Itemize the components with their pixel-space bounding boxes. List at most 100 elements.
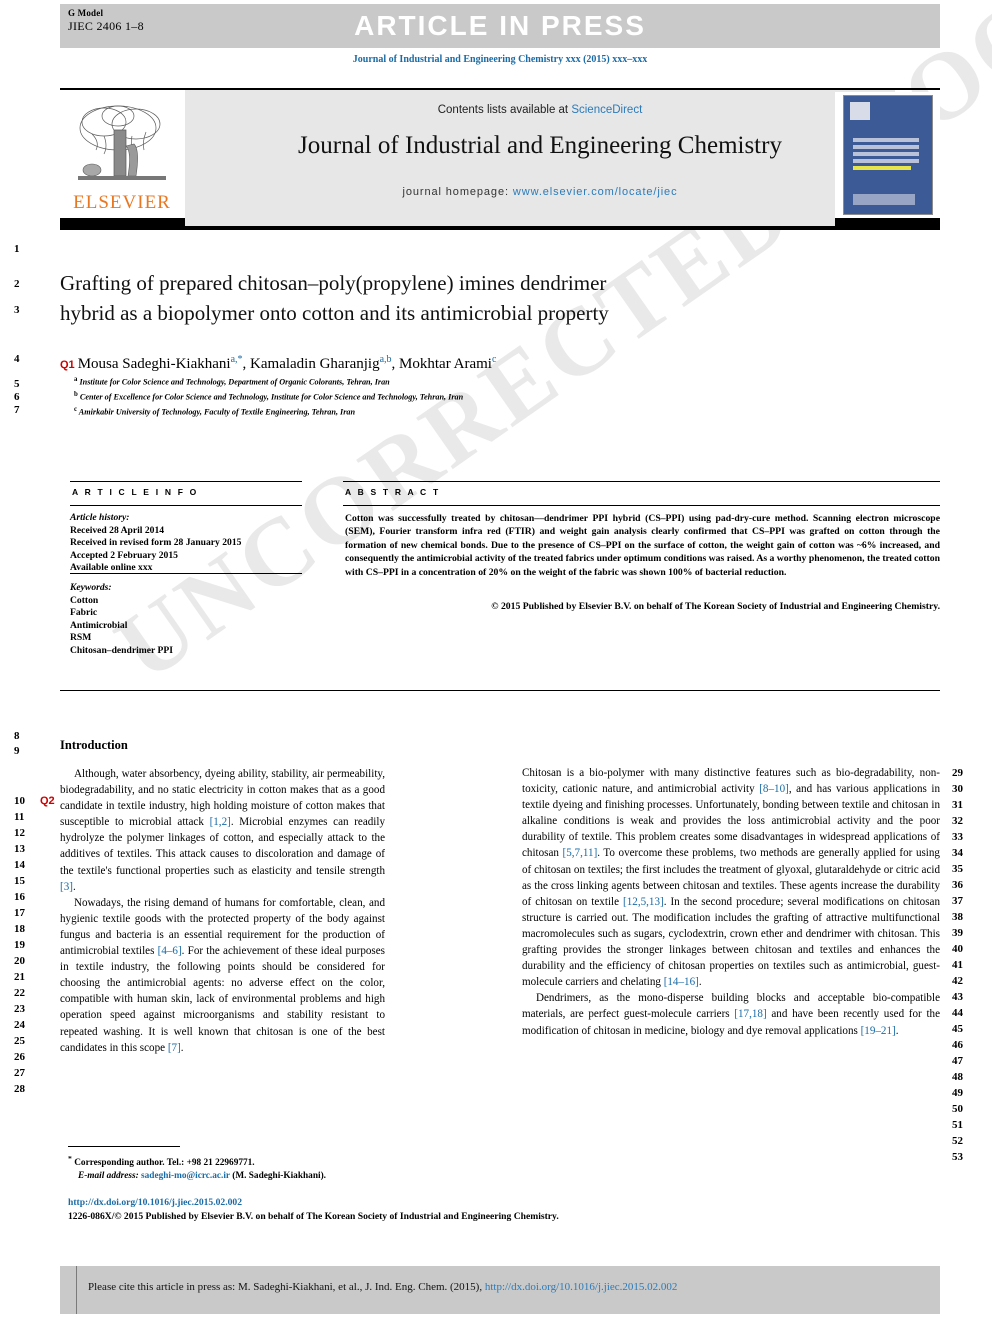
keyword-item: Cotton <box>70 594 99 606</box>
author-name-2: Kamaladin Gharanjig <box>250 356 380 372</box>
body-right-column: Chitosan is a bio-polymer with many dist… <box>522 765 940 1039</box>
line-number-right: 50 <box>952 1103 963 1115</box>
page-title: Grafting of prepared chitosan–poly(propy… <box>60 268 830 328</box>
line-number-left: 9 <box>14 745 20 757</box>
elsevier-tree-icon <box>78 105 166 180</box>
journal-homepage-line: journal homepage: www.elsevier.com/locat… <box>185 186 895 198</box>
affiliation-text-b: Center of Excellence for Color Science a… <box>79 392 464 402</box>
elsevier-wordmark: ELSEVIER <box>73 192 171 213</box>
keywords-rule <box>70 573 302 574</box>
cite-doi-link[interactable]: http://dx.doi.org/10.1016/j.jiec.2015.02… <box>485 1281 678 1293</box>
line-number-right: 31 <box>952 799 963 811</box>
paragraph-text: Nowadays, the rising demand of humans fo… <box>60 896 385 1054</box>
line-number-left: 22 <box>14 987 25 999</box>
line-number-right: 47 <box>952 1055 963 1067</box>
sciencedirect-link[interactable]: ScienceDirect <box>571 104 642 116</box>
keyword-item: Chitosan–dendrimer PPI <box>70 644 173 656</box>
author-list: Q1 Mousa Sadeghi-Kiakhania,*, Kamaladin G… <box>60 354 497 372</box>
section-heading-introduction: Introduction <box>60 738 128 752</box>
paragraph: Chitosan is a bio-polymer with many dist… <box>522 765 940 990</box>
email-label: E-mail address: <box>78 1171 139 1182</box>
citation-ref[interactable]: [17,18] <box>734 1008 766 1020</box>
paragraph: Dendrimers, as the mono-disperse buildin… <box>522 990 940 1038</box>
author-name-3: Mokhtar Arami <box>399 356 492 372</box>
line-number-right: 32 <box>952 815 963 827</box>
corresponding-author-text: Corresponding author. Tel.: +98 21 22969… <box>74 1158 255 1169</box>
footnote-rule <box>68 1146 180 1147</box>
line-number-left: 21 <box>14 971 25 983</box>
citation-ref[interactable]: [8–10] <box>759 783 789 795</box>
keyword-item: Fabric <box>70 607 98 619</box>
query-marker-q2[interactable]: Q2 <box>40 795 55 807</box>
paragraph: Nowadays, the rising demand of humans fo… <box>60 895 385 1056</box>
abstract-heading: A B S T R A C T <box>345 487 441 497</box>
affiliation-text-a: Institute for Color Science and Technolo… <box>79 377 390 387</box>
line-number-left: 3 <box>14 304 20 316</box>
paragraph-text: Chitosan is a bio-polymer with many dist… <box>522 767 940 989</box>
footnote-block: * Corresponding author. Tel.: +98 21 229… <box>68 1152 468 1184</box>
line-number-left: 6 <box>14 391 20 403</box>
email-link[interactable]: sadeghi-mo@icrc.ac.ir <box>141 1171 230 1181</box>
line-number-left: 20 <box>14 955 25 967</box>
masthead-panel: Contents lists available at ScienceDirec… <box>185 90 895 228</box>
line-number-right: 51 <box>952 1119 963 1131</box>
line-number-right: 41 <box>952 959 963 971</box>
line-number-right: 35 <box>952 863 963 875</box>
issn-copyright-line: 1226-086X/© 2015 Published by Elsevier B… <box>68 1210 559 1222</box>
email-note: E-mail address: sadeghi-mo@icrc.ac.ir (M… <box>68 1170 468 1183</box>
cite-text: Please cite this article in press as: M.… <box>88 1281 930 1293</box>
line-number-left: 12 <box>14 827 25 839</box>
line-number-right: 33 <box>952 831 963 843</box>
line-number-left: 26 <box>14 1051 25 1063</box>
line-number-right: 37 <box>952 895 963 907</box>
contents-prefix: Contents lists available at <box>437 104 572 116</box>
line-number-left: 24 <box>14 1019 25 1031</box>
line-number-right: 34 <box>952 847 963 859</box>
citation-ref[interactable]: [14–16] <box>664 976 699 988</box>
citation-ref[interactable]: [1,2] <box>210 816 231 828</box>
line-number-left: 11 <box>14 811 25 823</box>
line-number-left: 5 <box>14 378 20 390</box>
line-number-left: 16 <box>14 891 25 903</box>
citation-ref[interactable]: [12,5,13] <box>623 896 664 908</box>
affiliation-item: c Amirkabir University of Technology, Fa… <box>74 404 874 419</box>
author-sup-3: c <box>491 354 497 365</box>
line-number-left: 8 <box>14 730 20 742</box>
line-number-right: 53 <box>952 1151 963 1163</box>
keywords-heading: Keywords: <box>70 582 112 593</box>
journal-homepage-link[interactable]: www.elsevier.com/locate/jiec <box>513 186 678 198</box>
line-number-right: 29 <box>952 767 963 779</box>
journal-reference-line: Journal of Industrial and Engineering Ch… <box>352 54 648 65</box>
keyword-item: Antimicrobial <box>70 619 128 631</box>
abstract-text: Cotton was successfully treated by chito… <box>345 513 940 578</box>
abstract-bottom-rule <box>60 690 940 691</box>
article-info-heading: A R T I C L E I N F O <box>72 487 199 497</box>
line-number-right: 48 <box>952 1071 963 1083</box>
journal-cover-thumbnail <box>835 92 940 230</box>
citation-ref[interactable]: [7] <box>168 1042 181 1054</box>
citation-ref[interactable]: [19–21] <box>861 1025 896 1037</box>
line-number-left: 17 <box>14 907 25 919</box>
cover-society-badge-icon <box>850 102 870 120</box>
corresponding-author-note: * Corresponding author. Tel.: +98 21 229… <box>68 1152 468 1170</box>
line-number-left: 2 <box>14 278 20 290</box>
g-model-label: G Model <box>68 8 104 18</box>
history-item: Accepted 2 February 2015 <box>70 549 178 561</box>
citation-ref[interactable]: [5,7,11] <box>563 847 598 859</box>
citation-ref[interactable]: [3] <box>60 881 73 893</box>
affiliation-text-c: Amirkabir University of Technology, Facu… <box>78 408 356 418</box>
keywords-block: Keywords: Cotton Fabric Antimicrobial RS… <box>70 582 315 658</box>
email-owner: (M. Sadeghi-Kiakhani). <box>232 1171 326 1182</box>
masthead-bottom-rule <box>60 226 940 230</box>
query-marker-q1[interactable]: Q1 <box>60 359 75 371</box>
line-number-left: 23 <box>14 1003 25 1015</box>
title-line-1: Grafting of prepared chitosan–poly(propy… <box>60 271 607 295</box>
paragraph-text: Although, water absorbency, dyeing abili… <box>60 768 385 893</box>
author-sup-2: a,b <box>379 354 392 365</box>
citation-ref[interactable]: [4–6] <box>158 945 182 957</box>
doi-link[interactable]: http://dx.doi.org/10.1016/j.jiec.2015.02… <box>68 1197 242 1208</box>
line-number-left: 4 <box>14 353 20 365</box>
keyword-item: RSM <box>70 632 92 644</box>
corresponding-author-marker: * <box>68 1154 72 1163</box>
history-item: Received in revised form 28 January 2015 <box>70 537 242 549</box>
